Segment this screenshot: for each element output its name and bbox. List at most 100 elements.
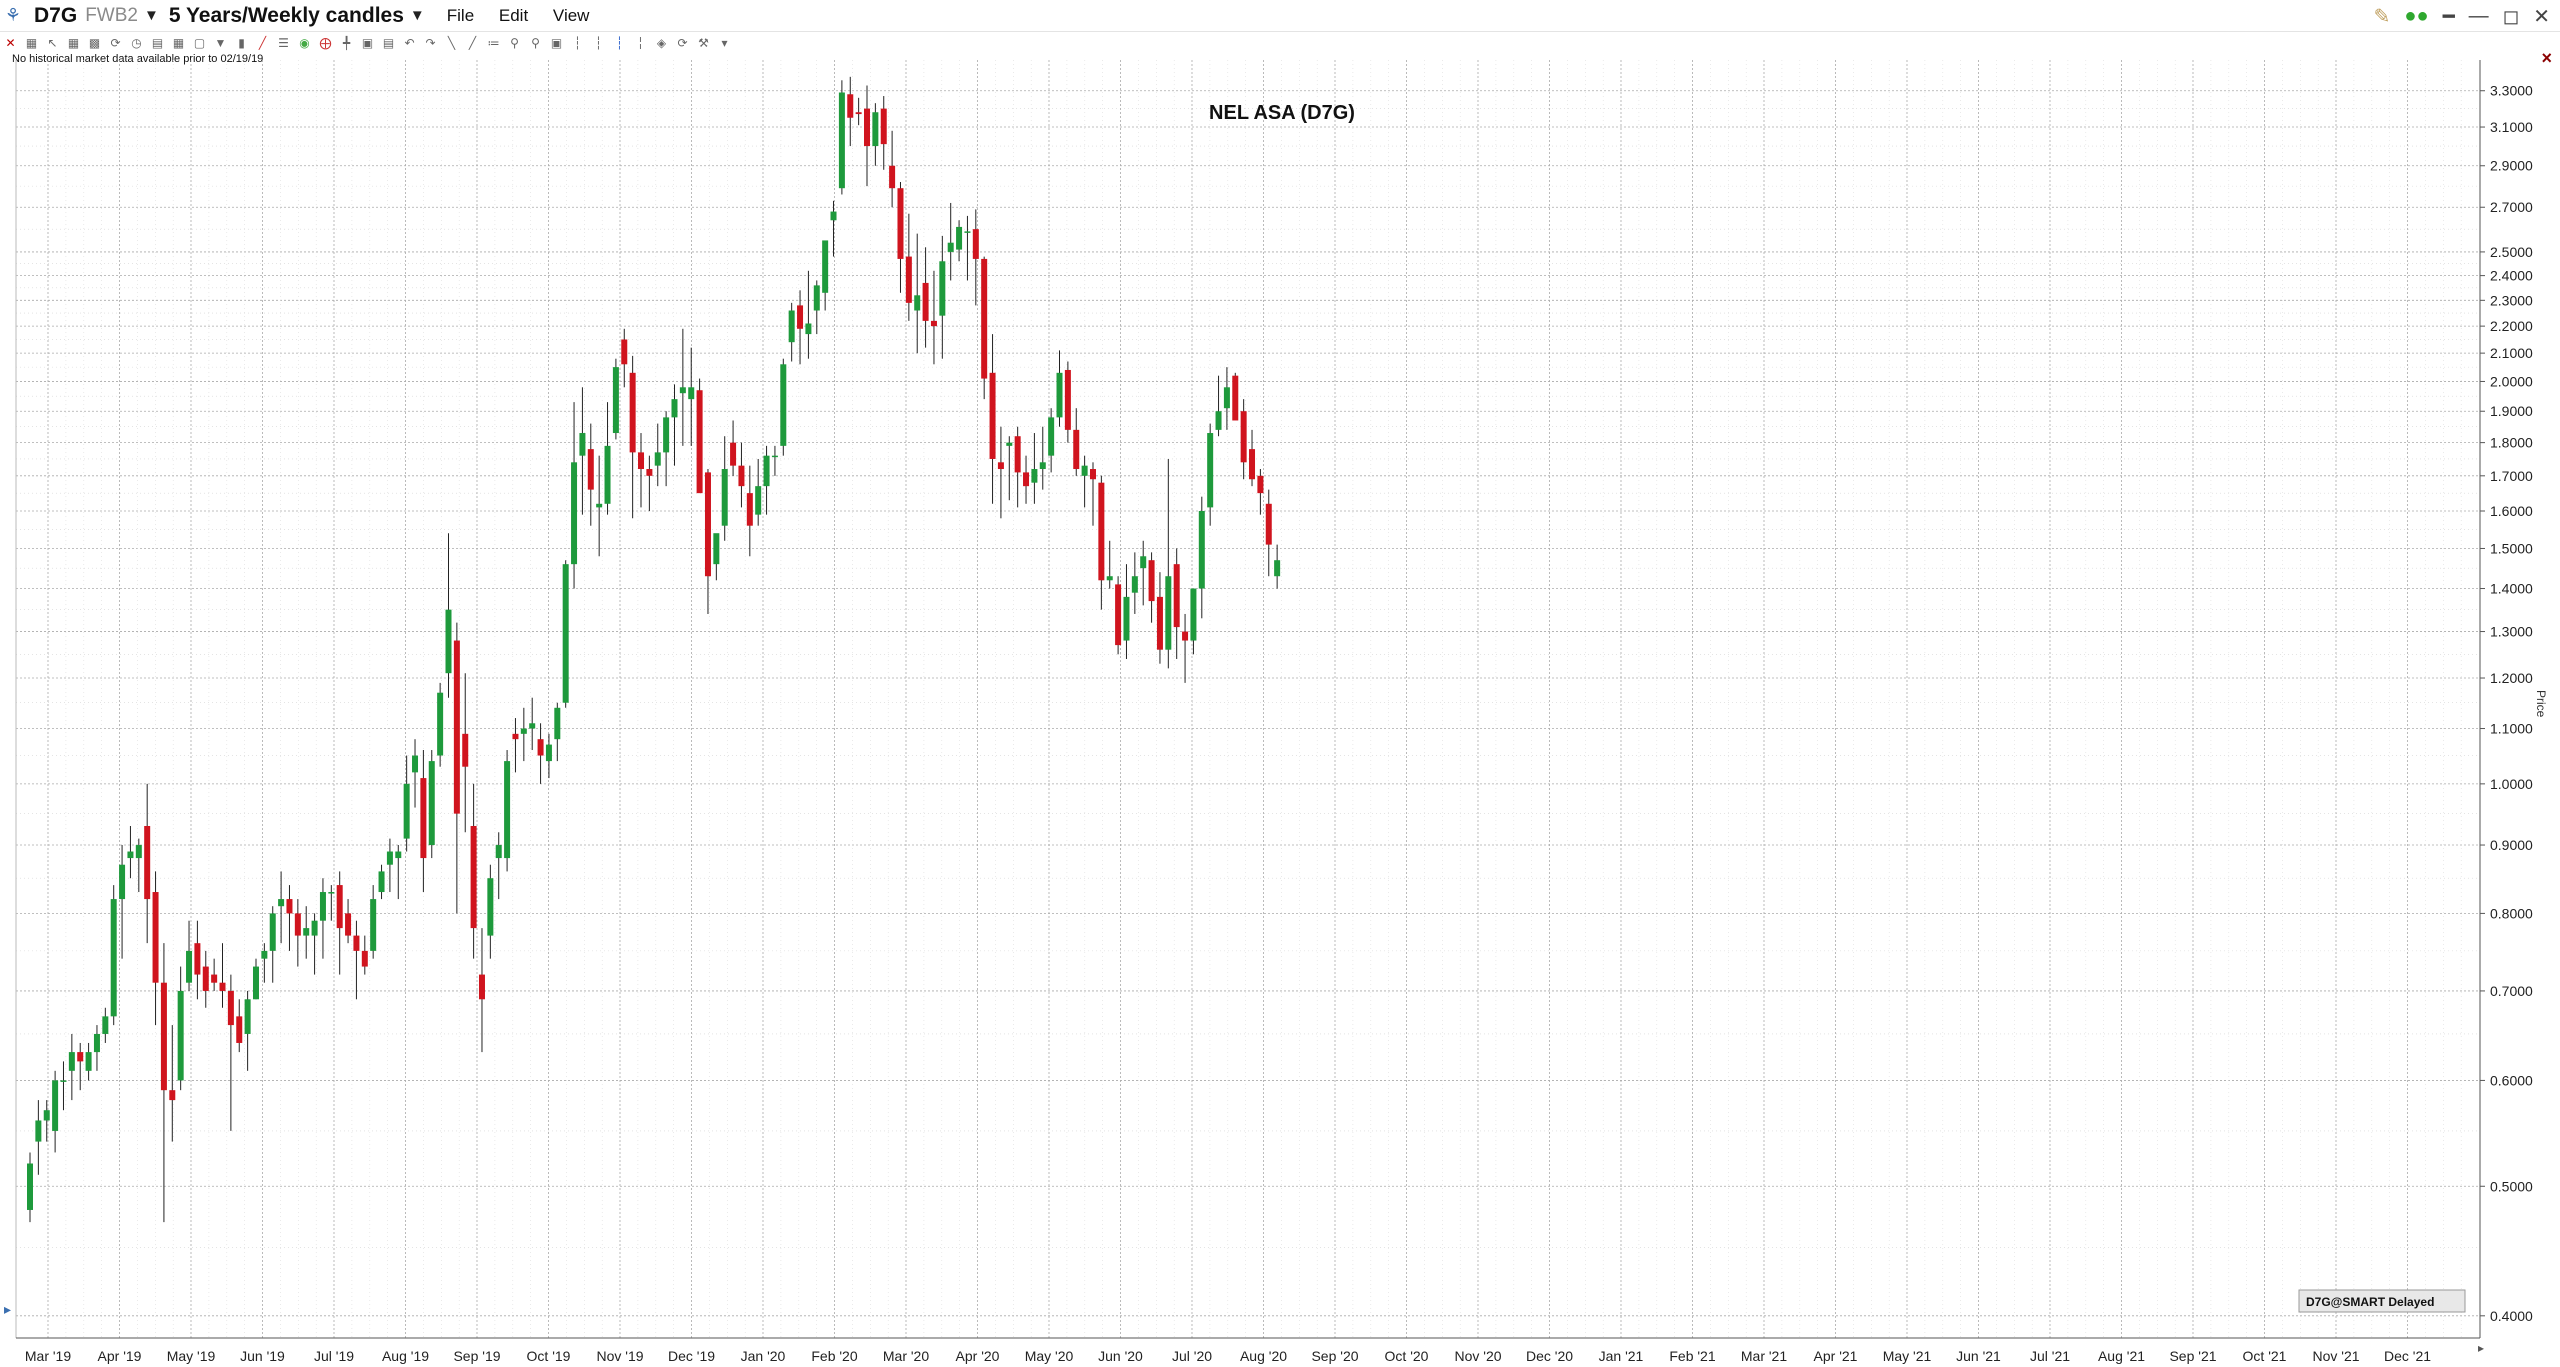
candle-up: [838, 92, 845, 189]
candle-down: [989, 372, 996, 459]
candle-up: [445, 609, 452, 674]
candle-down: [1089, 469, 1096, 480]
candle-down: [797, 305, 804, 329]
candle-up: [370, 899, 377, 951]
candle-up: [830, 211, 837, 221]
x-tick-label: Jan '20: [741, 1348, 786, 1364]
y-tick-label: 3.1000: [2490, 119, 2533, 135]
candle-up: [1223, 387, 1230, 409]
x-tick-label: Jun '21: [1956, 1348, 2001, 1364]
candle-up: [671, 399, 678, 418]
y-tick-label: 0.8000: [2490, 905, 2533, 921]
candle-down: [169, 1090, 176, 1101]
x-tick-label: Apr '20: [956, 1348, 1000, 1364]
candle-down: [1265, 503, 1272, 545]
x-tick-label: Aug '20: [1240, 1348, 1287, 1364]
candle-down: [1232, 375, 1239, 421]
x-tick-label: Jan '21: [1599, 1348, 1644, 1364]
x-tick-label: Apr '21: [1814, 1348, 1858, 1364]
candle-down: [361, 950, 368, 967]
candle-down: [286, 899, 293, 914]
candle-up: [60, 1080, 67, 1082]
candle-down: [738, 465, 745, 487]
candle-down: [1098, 482, 1105, 581]
source-tag[interactable]: D7G@SMART Delayed: [2298, 1289, 2466, 1313]
candle-up: [1274, 560, 1281, 577]
candle-up: [579, 433, 586, 456]
scroll-right-icon[interactable]: ▸: [2478, 1341, 2484, 1355]
candle-up: [554, 707, 561, 740]
candle-up: [1031, 469, 1038, 483]
x-tick-label: Feb '20: [811, 1348, 857, 1364]
candle-up: [319, 892, 326, 921]
candle-down: [194, 943, 201, 975]
candle-up: [604, 445, 611, 504]
y-tick-label: 1.7000: [2490, 468, 2533, 484]
candle-down: [1156, 596, 1163, 650]
candle-up: [1198, 511, 1205, 589]
candle-down: [972, 229, 979, 259]
candles: [27, 76, 1281, 1223]
candle-up: [437, 692, 444, 756]
candle-up: [562, 564, 569, 703]
candle-up: [663, 417, 670, 453]
candle-down: [864, 108, 870, 147]
x-tick-label: Dec '19: [668, 1348, 715, 1364]
candle-down: [152, 892, 159, 983]
candle-down: [730, 442, 737, 466]
x-tick-label: Jun '19: [240, 1348, 285, 1364]
candle-down: [880, 108, 887, 145]
candle-up: [964, 231, 971, 233]
candle-up: [252, 966, 259, 1000]
x-tick-label: Oct '20: [1385, 1348, 1429, 1364]
x-tick-label: May '20: [1025, 1348, 1074, 1364]
x-tick-label: Dec '20: [1526, 1348, 1573, 1364]
candle-up: [596, 503, 603, 508]
candle-up: [545, 744, 552, 762]
candle-up: [186, 950, 193, 983]
candle-down: [1073, 429, 1080, 470]
x-tick-label: Sep '19: [453, 1348, 500, 1364]
y-tick-label: 0.4000: [2490, 1308, 2533, 1324]
candle-down: [1148, 560, 1155, 602]
x-tick-label: Apr '19: [98, 1348, 142, 1364]
candle-up: [43, 1110, 50, 1121]
candle-up: [721, 469, 728, 526]
x-tick-label: Aug '21: [2098, 1348, 2145, 1364]
candle-up: [52, 1080, 59, 1131]
candle-up: [244, 999, 251, 1034]
candlestick-chart[interactable]: 0.4000 0.5000 0.6000 0.7000 0.8000 0.9000 1.00…: [0, 0, 2560, 1367]
candle-down: [478, 974, 485, 1000]
candle-up: [771, 455, 778, 458]
candle-down: [144, 825, 151, 900]
y-tick-label: 2.5000: [2490, 244, 2533, 260]
candle-down: [1115, 584, 1122, 646]
candle-up: [1081, 465, 1088, 476]
candle-up: [311, 920, 318, 936]
candle-down: [1182, 631, 1189, 641]
x-tick-label: Jun '20: [1098, 1348, 1143, 1364]
candle-up: [27, 1163, 33, 1210]
candle-up: [119, 864, 126, 900]
candle-down: [922, 282, 929, 321]
candle-down: [889, 165, 896, 189]
candle-down: [512, 733, 519, 740]
candle-up: [529, 723, 536, 729]
candle-up: [1039, 462, 1046, 470]
expand-icon[interactable]: ▸: [4, 1302, 11, 1318]
candle-up: [278, 899, 285, 907]
x-tick-label: May '21: [1883, 1348, 1932, 1364]
candle-up: [135, 845, 142, 859]
candle-down: [621, 339, 628, 365]
x-tick-label: Mar '19: [25, 1348, 71, 1364]
candle-up: [428, 761, 435, 846]
candle-down: [930, 320, 937, 327]
x-tick-label: Dec '21: [2384, 1348, 2431, 1364]
candle-up: [303, 928, 310, 936]
y-tick-label: 1.1000: [2490, 721, 2533, 737]
x-tick-label: Mar '21: [1741, 1348, 1787, 1364]
candle-up: [1131, 576, 1138, 593]
candle-down: [981, 258, 988, 379]
candle-up: [68, 1052, 75, 1071]
y-tick-label: 1.9000: [2490, 403, 2533, 419]
